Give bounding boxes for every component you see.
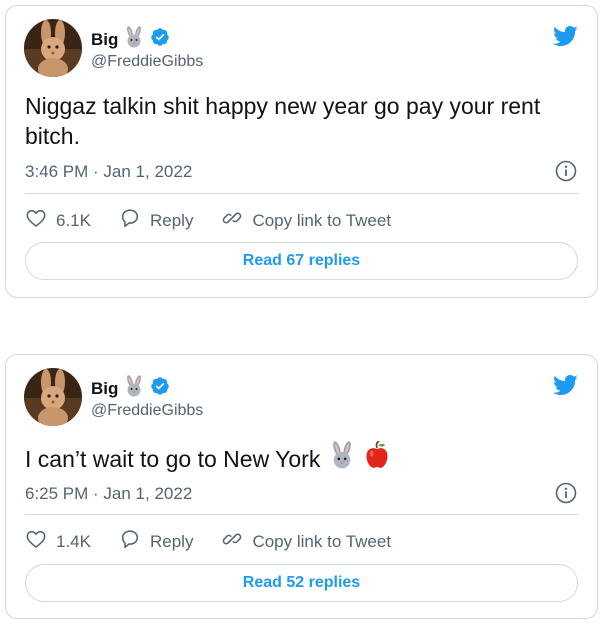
action-bar: 6.1K Reply Copy link to Tweet	[25, 207, 419, 234]
divider	[25, 514, 578, 515]
divider	[25, 193, 578, 194]
link-icon	[221, 528, 243, 555]
author-handle[interactable]: @FreddieGibbs	[91, 53, 203, 71]
rabbit-face-icon	[123, 26, 145, 53]
copy-link-button[interactable]: Copy link to Tweet	[221, 207, 391, 234]
avatar[interactable]	[24, 368, 82, 426]
verified-badge-icon	[150, 376, 170, 401]
verified-badge-icon	[150, 27, 170, 52]
info-icon[interactable]	[555, 482, 577, 504]
tweet-card[interactable]: Big @FreddieGibbs I can’t wait to go to …	[5, 354, 598, 619]
read-replies-button[interactable]: Read 67 replies	[25, 242, 578, 280]
like-count: 6.1K	[56, 210, 91, 230]
copy-link-label: Copy link to Tweet	[252, 210, 392, 230]
heart-icon	[25, 207, 47, 234]
reply-bubble-icon	[119, 207, 141, 234]
reply-bubble-icon	[119, 528, 141, 555]
copy-link-label: Copy link to Tweet	[252, 531, 392, 551]
tweet-text-content: I can’t wait to go to New York	[25, 445, 321, 472]
like-button[interactable]: 1.4K	[25, 528, 91, 555]
copy-link-button[interactable]: Copy link to Tweet	[221, 528, 391, 555]
author-name[interactable]: Big	[91, 375, 170, 402]
author-name[interactable]: Big	[91, 26, 170, 53]
rabbit-face-icon	[123, 375, 145, 402]
reply-label: Reply	[149, 210, 194, 230]
reply-button[interactable]: Reply	[119, 528, 193, 555]
tweet-timestamp[interactable]: 6:25 PM · Jan 1, 2022	[25, 484, 192, 504]
red-apple-icon	[364, 440, 390, 476]
author-handle[interactable]: @FreddieGibbs	[91, 402, 203, 420]
like-button[interactable]: 6.1K	[25, 207, 91, 234]
info-icon[interactable]	[555, 160, 577, 182]
action-bar: 1.4K Reply Copy link to Tweet	[25, 528, 419, 555]
tweet-card[interactable]: Big @FreddieGibbs Niggaz talkin shit hap…	[5, 5, 598, 298]
heart-icon	[25, 528, 47, 555]
tweet-text: I can’t wait to go to New York	[25, 440, 580, 476]
tweet-text: Niggaz talkin shit happy new year go pay…	[25, 93, 541, 149]
rabbit-face-icon	[328, 441, 356, 476]
read-replies-button[interactable]: Read 52 replies	[25, 564, 578, 602]
reply-button[interactable]: Reply	[119, 207, 193, 234]
avatar[interactable]	[24, 19, 82, 77]
author-name-text[interactable]: Big	[91, 379, 118, 399]
author-name-text[interactable]: Big	[91, 30, 118, 50]
twitter-bird-icon[interactable]	[550, 23, 580, 49]
like-count: 1.4K	[56, 531, 91, 551]
reply-label: Reply	[149, 531, 194, 551]
twitter-bird-icon[interactable]	[550, 372, 580, 398]
link-icon	[221, 207, 243, 234]
tweet-timestamp[interactable]: 3:46 PM · Jan 1, 2022	[25, 162, 192, 182]
